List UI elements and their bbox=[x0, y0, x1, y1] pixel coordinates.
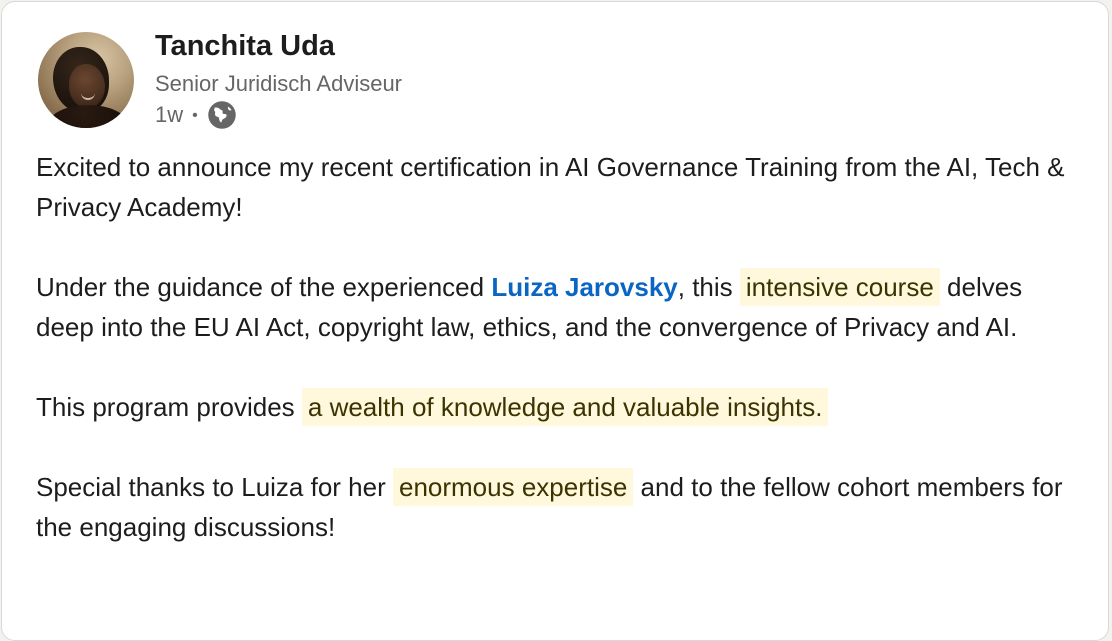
mention-link[interactable]: Luiza Jarovsky bbox=[491, 272, 677, 302]
highlight-knowledge-insights: a wealth of knowledge and valuable insig… bbox=[301, 388, 829, 426]
post-paragraph-1: Excited to announce my recent certificat… bbox=[36, 152, 1065, 222]
post-meta: 1w • bbox=[155, 100, 237, 130]
avatar-face bbox=[69, 64, 105, 108]
paragraph-2-text-middle: , this bbox=[677, 272, 740, 302]
author-name[interactable]: Tanchita Uda bbox=[155, 30, 335, 63]
post-paragraph-4: Special thanks to Luiza for her enormous… bbox=[36, 467, 1066, 547]
post-paragraph-2: Under the guidance of the experienced Lu… bbox=[36, 267, 1066, 347]
globe-icon bbox=[207, 101, 236, 129]
meta-separator: • bbox=[192, 107, 198, 124]
highlight-intensive-course: intensive course bbox=[739, 268, 940, 306]
paragraph-2-text-before: Under the guidance of the experienced bbox=[36, 272, 492, 302]
avatar-shoulders bbox=[48, 105, 128, 128]
highlight-enormous-expertise: enormous expertise bbox=[392, 468, 634, 506]
post-card: Tanchita Uda Senior Juridisch Adviseur 1… bbox=[1, 1, 1109, 641]
post-time: 1w bbox=[155, 102, 184, 127]
post-text: Excited to announce my recent certificat… bbox=[36, 147, 1066, 587]
paragraph-4-text-before: Special thanks to Luiza for her bbox=[36, 472, 393, 502]
post-paragraph-3: This program provides a wealth of knowle… bbox=[36, 387, 1066, 427]
paragraph-3-text-before: This program provides bbox=[36, 392, 302, 422]
author-avatar[interactable] bbox=[38, 32, 134, 128]
author-headline: Senior Juridisch Adviseur bbox=[155, 71, 403, 96]
